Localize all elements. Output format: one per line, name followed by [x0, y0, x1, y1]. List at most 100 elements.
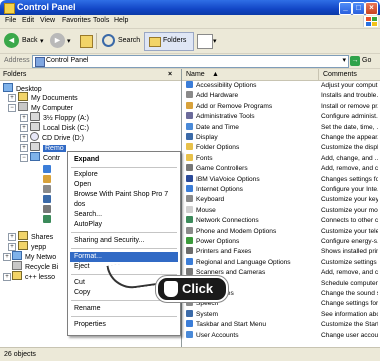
folders-button[interactable]: Folders: [144, 32, 194, 51]
tree-item-my-documents[interactable]: My Documents: [18, 92, 78, 102]
tree-item-local-disk[interactable]: Local Disk (C:): [30, 122, 89, 132]
applet-icon: [186, 330, 193, 338]
tree-child-icon[interactable]: [43, 175, 51, 183]
tree-item-removable[interactable]: Remo: [30, 142, 66, 152]
menu-file[interactable]: File: [5, 17, 16, 24]
close-button[interactable]: ×: [365, 2, 378, 15]
list-item[interactable]: Add Hardware Installs and trouble...: [182, 91, 380, 100]
back-arrow-icon[interactable]: ◄: [4, 33, 19, 48]
expand-toggle[interactable]: +: [8, 233, 16, 241]
tree-item-shared[interactable]: Shares: [18, 231, 53, 241]
list-item-name: Printers and Faxes: [186, 247, 318, 256]
go-button[interactable]: Go: [362, 57, 371, 64]
tree-item-my-computer[interactable]: My Computer: [18, 102, 73, 112]
column-header-name[interactable]: Name ▲: [182, 69, 319, 81]
forward-arrow-icon[interactable]: ►: [50, 33, 65, 48]
views-dropdown-icon[interactable]: ▾: [213, 37, 217, 45]
tree-item-my-network[interactable]: My Netwo: [12, 251, 56, 261]
list-item[interactable]: Accessibility Options Adjust your comput.…: [182, 81, 380, 90]
menu-help[interactable]: Help: [114, 17, 128, 24]
list-item[interactable]: Keyboard Customize your key...: [182, 195, 380, 204]
list-item-comment: Configure your Inte...: [321, 186, 378, 193]
expand-toggle[interactable]: +: [20, 124, 28, 132]
expand-toggle[interactable]: +: [20, 114, 28, 122]
menu-item-open[interactable]: Open: [74, 181, 91, 188]
back-button[interactable]: Back: [22, 37, 38, 44]
menu-item-rename[interactable]: Rename: [74, 305, 100, 312]
list-item[interactable]: Printers and FaxesShows installed prin..…: [182, 247, 380, 256]
back-dropdown-icon[interactable]: ▾: [40, 37, 44, 45]
list-item[interactable]: IBM ViaVoice OptionsChanges settings fo.…: [182, 174, 380, 184]
tree-child-icon[interactable]: [43, 165, 51, 173]
list-item[interactable]: Regional and Language Options Customize s…: [182, 257, 380, 267]
expand-toggle[interactable]: +: [3, 253, 11, 261]
up-folder-icon[interactable]: [80, 35, 93, 48]
views-icon[interactable]: [197, 34, 213, 49]
list-item[interactable]: Display Change the appear...: [182, 133, 380, 142]
collapse-toggle[interactable]: −: [8, 104, 16, 112]
tree-item-control-panel[interactable]: Contr: [30, 152, 60, 162]
address-field[interactable]: Control Panel ▾: [32, 55, 349, 68]
tree-child-icon[interactable]: [43, 195, 51, 203]
list-item[interactable]: Add or Remove Programs Install or remove …: [182, 101, 380, 111]
list-item[interactable]: Network Connections Connects to other c..…: [182, 216, 380, 225]
list-item[interactable]: Game Controllers Add, remove, and c...: [182, 164, 380, 173]
list-item[interactable]: Mouse Customize your mo...: [182, 205, 380, 215]
maximize-button[interactable]: □: [352, 2, 365, 15]
expand-toggle[interactable]: +: [20, 144, 28, 152]
floppy-icon: [30, 112, 40, 121]
list-item-name: Display: [186, 133, 318, 142]
list-item[interactable]: User Accounts Change user accou...: [182, 330, 380, 340]
column-header-comments[interactable]: Comments: [319, 69, 380, 81]
menu-item-expand[interactable]: Expand: [74, 156, 99, 163]
list-item[interactable]: Taskbar and Start Menu Customize the Star…: [182, 320, 380, 329]
menu-item-explore[interactable]: Explore: [74, 171, 98, 178]
search-button[interactable]: Search: [118, 37, 140, 44]
tree-item-cpp-lessons[interactable]: c++ lesso: [12, 271, 55, 281]
menu-item-eject[interactable]: Eject: [74, 263, 90, 270]
menu-view[interactable]: View: [40, 17, 55, 24]
menu-item-properties[interactable]: Properties: [74, 321, 106, 328]
list-item[interactable]: Administrative Tools Configure administ..…: [182, 112, 380, 121]
list-item[interactable]: Phone and Modem Options Customize your te…: [182, 226, 380, 236]
forward-dropdown-icon[interactable]: ▾: [67, 37, 71, 45]
close-folders-button[interactable]: ×: [168, 71, 172, 78]
address-dropdown-icon[interactable]: ▾: [342, 56, 346, 64]
tree-child-icon[interactable]: [43, 215, 51, 223]
window-title: Control Panel: [17, 2, 76, 12]
tree-item-yepp[interactable]: yepp: [18, 241, 46, 251]
menu-item-browse-paint-shop[interactable]: Browse With Paint Shop Pro 7: [74, 191, 168, 198]
search-icon[interactable]: [102, 34, 115, 47]
tree-child-icon[interactable]: [43, 205, 51, 213]
menu-item-search[interactable]: Search...: [74, 211, 102, 218]
applet-icon: [186, 205, 193, 213]
tree-item-recycle-bin[interactable]: Recycle Bi: [12, 261, 58, 271]
list-item[interactable]: Folder Options Customize the displ...: [182, 143, 380, 152]
menu-item-format[interactable]: Format...: [74, 253, 102, 260]
list-item[interactable]: SystemSee information abo...: [182, 309, 380, 319]
menu-item-copy[interactable]: Copy: [74, 289, 90, 296]
tree-item-floppy[interactable]: 3½ Floppy (A:): [30, 112, 89, 122]
tree-child-icon[interactable]: [43, 185, 51, 193]
minimize-button[interactable]: _: [339, 2, 352, 15]
expand-toggle[interactable]: +: [3, 273, 11, 281]
list-item[interactable]: Internet Options Configure your Inte...: [182, 185, 380, 194]
list-item[interactable]: Power Options Configure energy-s...: [182, 237, 380, 246]
list-item[interactable]: Fonts Add, change, and ...: [182, 153, 380, 163]
list-item[interactable]: Date and Time Set the date, time, ...: [182, 122, 380, 132]
menu-edit[interactable]: Edit: [22, 17, 34, 24]
menu-favorites[interactable]: Favorites: [62, 17, 91, 24]
list-item-comment: Connects to other c...: [321, 217, 378, 225]
collapse-toggle[interactable]: −: [20, 154, 28, 162]
expand-toggle[interactable]: +: [8, 243, 16, 251]
menu-item-sharing-security[interactable]: Sharing and Security...: [74, 237, 144, 244]
menu-tools[interactable]: Tools: [93, 17, 109, 24]
expand-toggle[interactable]: +: [20, 134, 28, 142]
menu-item-cut[interactable]: Cut: [74, 279, 85, 286]
expand-toggle[interactable]: +: [8, 94, 16, 102]
title-bar: Control Panel _ □ ×: [0, 0, 380, 15]
go-arrow-icon[interactable]: →: [350, 56, 360, 66]
menu-item-autoplay[interactable]: AutoPlay: [74, 221, 102, 228]
tree-item-cd-drive[interactable]: CD Drive (D:): [30, 132, 84, 142]
menu-item-dos[interactable]: dos: [74, 201, 85, 208]
